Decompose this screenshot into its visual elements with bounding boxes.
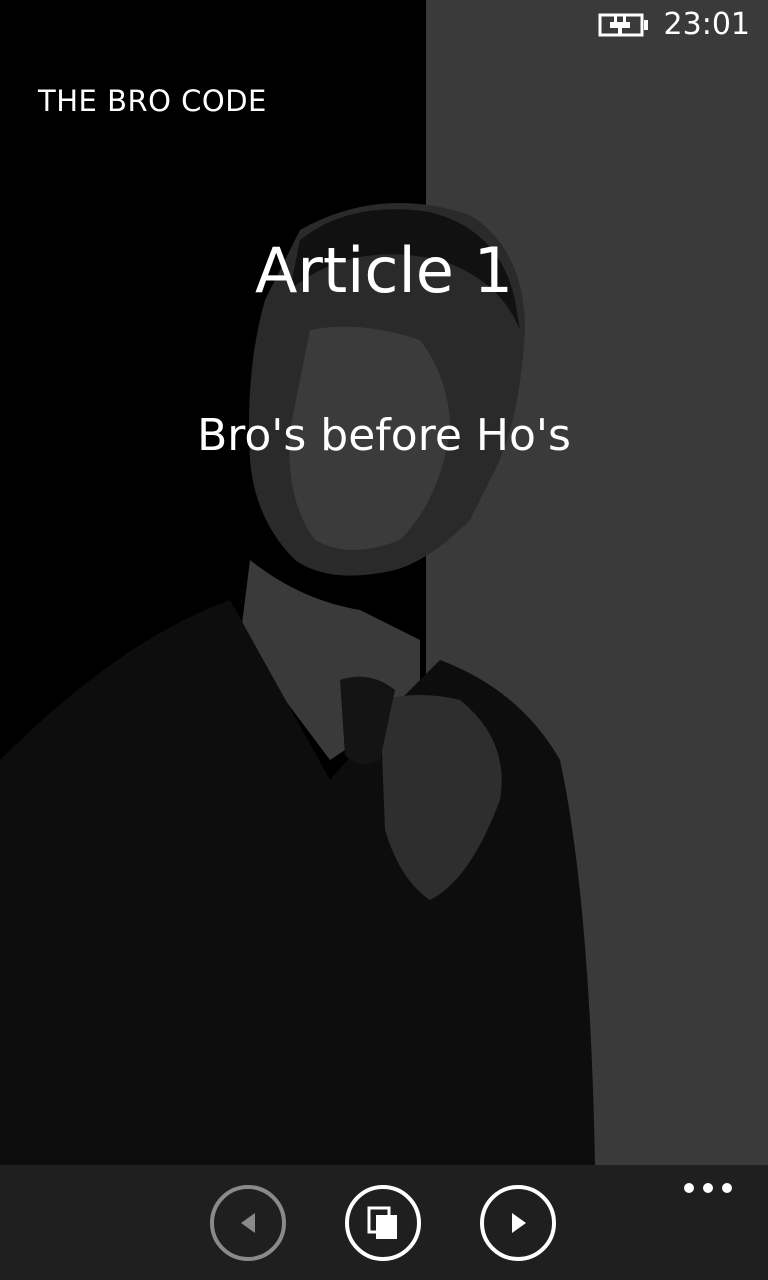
next-button[interactable] bbox=[480, 1185, 556, 1261]
previous-icon bbox=[241, 1213, 255, 1233]
article-text: Bro's before Ho's bbox=[197, 410, 571, 461]
article-heading: Article 1 bbox=[254, 234, 514, 307]
copy-icon bbox=[367, 1206, 397, 1239]
status-clock: 23:01 bbox=[663, 7, 750, 42]
copy-button[interactable] bbox=[345, 1185, 421, 1261]
status-bar: 23:01 bbox=[0, 0, 768, 50]
more-options-button[interactable] bbox=[684, 1183, 732, 1197]
application-bar bbox=[0, 1165, 768, 1280]
ellipsis-icon bbox=[684, 1183, 694, 1193]
background-portrait-image bbox=[0, 203, 595, 1165]
app-title: THE BRO CODE bbox=[38, 84, 267, 118]
ellipsis-icon bbox=[703, 1183, 713, 1193]
battery-charging-icon bbox=[598, 13, 648, 37]
ellipsis-icon bbox=[722, 1183, 732, 1193]
next-icon bbox=[512, 1213, 526, 1233]
previous-button[interactable] bbox=[210, 1185, 286, 1261]
